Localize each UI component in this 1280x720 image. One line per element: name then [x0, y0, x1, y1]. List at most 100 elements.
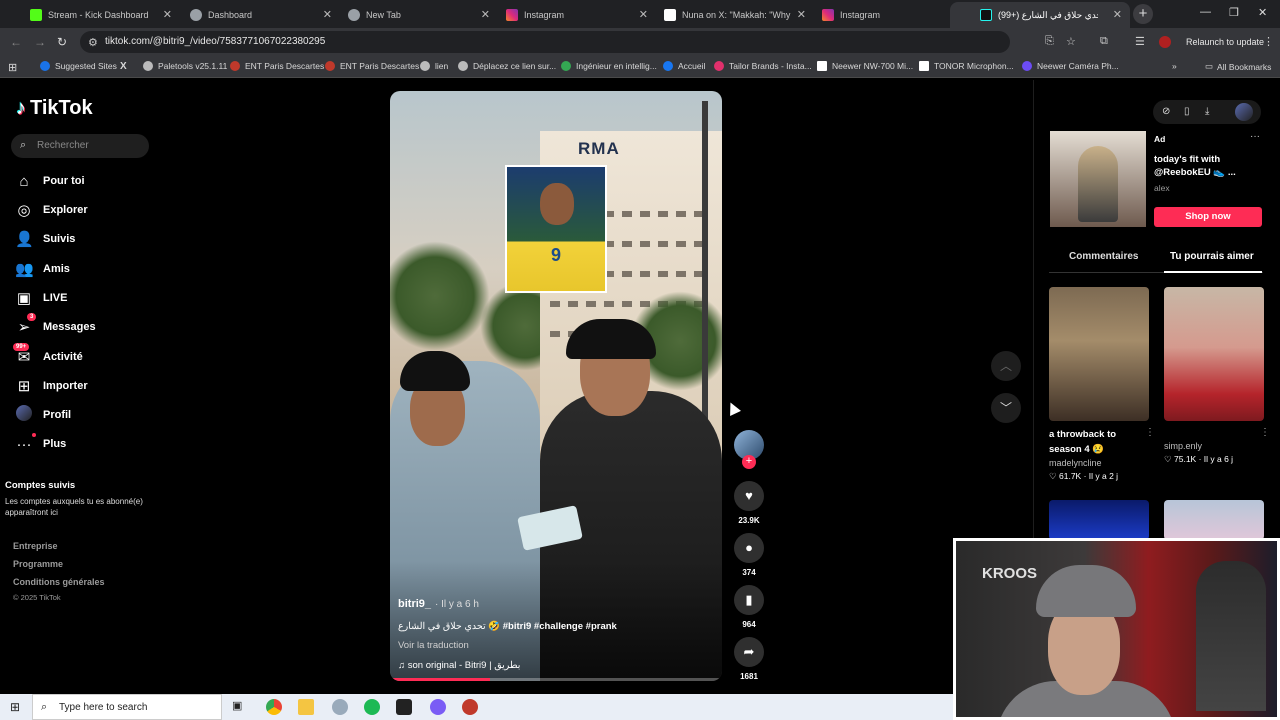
- video-sound[interactable]: ♫ son original - Bitri9 | بطريق: [398, 660, 520, 671]
- nav-activite[interactable]: ✉ 99+ Activité: [13, 343, 83, 368]
- extensions-icon[interactable]: ⧉: [1100, 35, 1108, 48]
- tab-x-nuna[interactable]: Nuna on X: "Makkah: "Why are ✕: [634, 2, 814, 28]
- x-bookmark-icon[interactable]: X: [120, 61, 127, 72]
- nav-explorer[interactable]: ◎ Explorer: [15, 199, 87, 221]
- tiktok-logo[interactable]: ♪ TikTok: [16, 97, 93, 120]
- nav-profil[interactable]: Profil: [15, 404, 71, 426]
- forward-icon[interactable]: →: [34, 35, 46, 49]
- rec-thumbnail[interactable]: [1164, 500, 1264, 540]
- rec-user[interactable]: madelyncline: [1049, 458, 1149, 468]
- tab-tu-pourrais-aimer[interactable]: Tu pourrais aimer: [1170, 251, 1254, 262]
- address-bar[interactable]: ⚙ tiktok.com/@bitri9_/video/758377106702…: [80, 31, 1010, 53]
- share-action[interactable]: ➦ 1681: [734, 637, 764, 681]
- heart-icon[interactable]: ♥: [734, 481, 764, 511]
- download-icon[interactable]: ⤓: [1205, 106, 1209, 117]
- obs-icon[interactable]: [396, 699, 412, 715]
- reload-icon[interactable]: ↻: [57, 35, 67, 49]
- bookmark-accueil[interactable]: Accueil: [663, 61, 705, 71]
- tab-instagram-2[interactable]: Instagram ✕: [792, 2, 972, 28]
- video-username[interactable]: bitri9_ · Il y a 6 h: [398, 598, 479, 610]
- nav-importer[interactable]: ⊞ Importer: [15, 375, 88, 397]
- bookmark-ent-1[interactable]: ENT Paris Descartes: [230, 61, 324, 71]
- windows-start-icon[interactable]: ⊞: [10, 700, 20, 714]
- nav-amis[interactable]: 👥 Amis: [15, 258, 70, 280]
- nav-live[interactable]: ▣ LIVE: [15, 287, 68, 309]
- bookmark-suggested-sites[interactable]: Suggested Sites: [40, 61, 117, 71]
- nav-messages[interactable]: ➢ 3 Messages: [15, 313, 96, 338]
- spotify-icon[interactable]: [364, 699, 380, 715]
- taskbar-search[interactable]: ⌕ Type here to search: [32, 694, 222, 720]
- more-options-icon[interactable]: ···: [1250, 131, 1260, 142]
- relaunch-button[interactable]: Relaunch to update: [1186, 37, 1264, 47]
- profile-icon[interactable]: [1159, 36, 1171, 48]
- task-view-icon[interactable]: ▣: [232, 699, 248, 715]
- comment-action[interactable]: ● 374: [734, 533, 764, 577]
- site-info-icon[interactable]: ⚙: [88, 36, 98, 49]
- recommendation-card[interactable]: a throwback to season 4 😢 madelyncline ♡…: [1049, 287, 1155, 482]
- discord-icon[interactable]: [430, 699, 446, 715]
- like-action[interactable]: ♥ 23.9K: [734, 481, 764, 525]
- bookmark-lien[interactable]: lien: [420, 61, 448, 71]
- bookmark-star-icon[interactable]: ☆: [1066, 35, 1076, 48]
- bookmark-tonor[interactable]: TONOR Microphon...: [919, 61, 1014, 71]
- recommendation-card[interactable]: [1049, 500, 1149, 540]
- bookmark-ent-2[interactable]: ENT Paris Descartes: [325, 61, 419, 71]
- tab-kick[interactable]: Stream - Kick Dashboard ✕: [0, 2, 180, 28]
- new-tab-button[interactable]: +: [1133, 4, 1153, 24]
- coins-icon[interactable]: ⊘: [1162, 106, 1170, 117]
- footer-conditions[interactable]: Conditions générales: [13, 577, 105, 587]
- next-video-button[interactable]: ﹀: [991, 393, 1021, 423]
- footer-programme[interactable]: Programme: [13, 559, 63, 569]
- footer-entreprise[interactable]: Entreprise: [13, 541, 58, 551]
- tab-instagram-1[interactable]: Instagram ✕: [476, 2, 656, 28]
- tab-dashboard[interactable]: Dashboard ✕: [160, 2, 340, 28]
- phone-icon[interactable]: ▯: [1184, 106, 1190, 117]
- tab-new-tab[interactable]: New Tab ✕: [318, 2, 498, 28]
- chrome-icon[interactable]: [266, 699, 282, 715]
- see-translation-link[interactable]: Voir la traduction: [398, 640, 469, 651]
- close-window-icon[interactable]: ✕: [1258, 6, 1267, 19]
- recommendation-card[interactable]: [1164, 500, 1264, 540]
- shop-now-button[interactable]: Shop now: [1154, 207, 1262, 227]
- bookmark-ingenieur[interactable]: Ingénieur en intellig...: [561, 61, 657, 71]
- share-icon[interactable]: ➦: [734, 637, 764, 667]
- app-icon[interactable]: [462, 699, 478, 715]
- rec-user[interactable]: simp.enly: [1164, 441, 1264, 451]
- minimize-icon[interactable]: —: [1200, 6, 1211, 18]
- bookmark-neewer-camera[interactable]: Neewer Caméra Ph...: [1022, 61, 1119, 71]
- apps-icon[interactable]: ⊞: [8, 61, 17, 74]
- back-icon[interactable]: ←: [10, 35, 22, 49]
- tab-tiktok[interactable]: (99+) تحدي حلاق في الشارع ✕: [950, 2, 1130, 28]
- nav-plus[interactable]: ··· Plus: [15, 432, 66, 455]
- more-bookmarks-icon[interactable]: »: [1172, 61, 1177, 71]
- follow-button[interactable]: +: [742, 455, 756, 469]
- comment-icon[interactable]: ●: [734, 533, 764, 563]
- menu-icon[interactable]: ⋮: [1263, 35, 1274, 48]
- bookmark-deplacez[interactable]: Déplacez ce lien sur...: [458, 61, 556, 71]
- nav-suivis[interactable]: 👤 Suivis: [15, 228, 75, 250]
- hashtags[interactable]: #bitri9 #challenge #prank: [503, 621, 617, 632]
- more-options-icon[interactable]: ⋮: [1145, 427, 1155, 438]
- file-explorer-icon[interactable]: [298, 699, 314, 715]
- rec-thumbnail[interactable]: [1164, 287, 1264, 421]
- all-bookmarks[interactable]: ▭ All Bookmarks: [1205, 61, 1271, 72]
- bookmark-tailor[interactable]: Tailor Brands - Insta...: [714, 61, 812, 71]
- tab-search-icon[interactable]: ☰: [1135, 35, 1145, 48]
- more-options-icon[interactable]: ⋮: [1260, 427, 1270, 438]
- video-progress-bar[interactable]: [390, 678, 722, 681]
- rec-thumbnail[interactable]: [1049, 500, 1149, 540]
- search-input[interactable]: ⌕ Rechercher: [11, 134, 149, 158]
- bookmark-paletools[interactable]: Paletools v25.1.11: [143, 61, 227, 71]
- video-player[interactable]: RMA 9 bitri9_ · Il y a 6 h تحدي حلاق في ا…: [390, 91, 722, 681]
- previous-video-button[interactable]: ︿: [991, 351, 1021, 381]
- bookmark-neewer-nw700[interactable]: Neewer NW-700 Mi...: [817, 61, 913, 71]
- app-icon[interactable]: [332, 699, 348, 715]
- save-action[interactable]: ▮ 964: [734, 585, 764, 629]
- restore-icon[interactable]: ❐: [1229, 6, 1239, 19]
- bookmark-icon[interactable]: ▮: [734, 585, 764, 615]
- user-avatar[interactable]: [1235, 103, 1253, 121]
- nav-pour-toi[interactable]: ⌂ Pour toi: [15, 170, 84, 192]
- recommendation-card[interactable]: simp.enly ♡ 75.1K · Il y a 6 j ⋮: [1164, 287, 1270, 465]
- install-app-icon[interactable]: ⎘: [1045, 35, 1054, 48]
- close-icon[interactable]: ✕: [1113, 8, 1122, 21]
